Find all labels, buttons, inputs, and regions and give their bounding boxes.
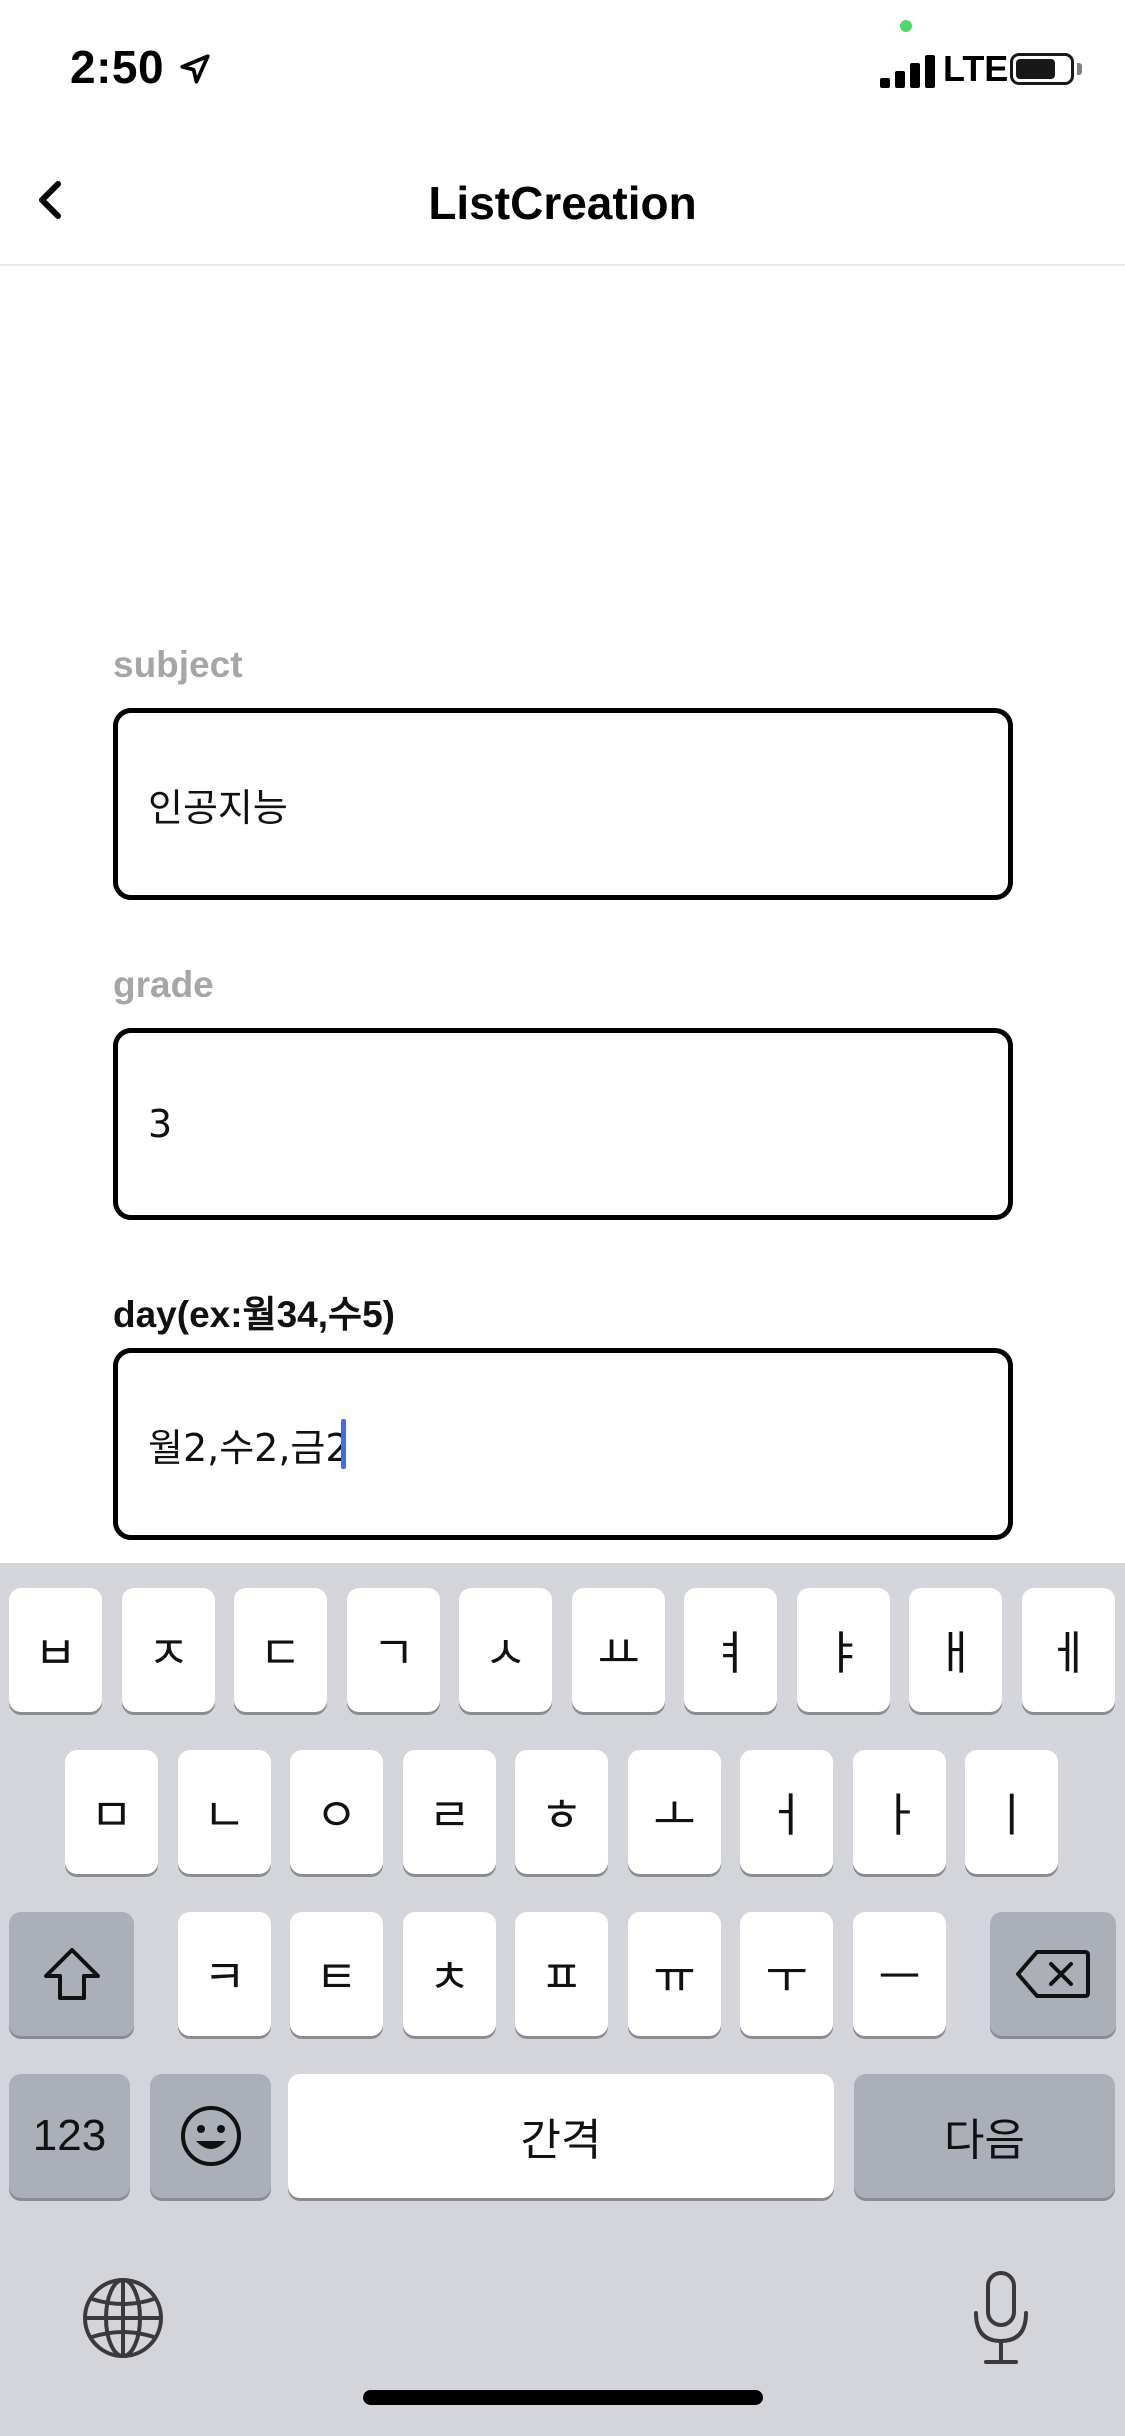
grade-field[interactable] [113,1028,1013,1220]
key[interactable]: ㅛ [572,1588,665,1712]
page-title: ListCreation [428,177,697,229]
key[interactable]: ㅍ [515,1912,608,2036]
return-key[interactable]: 다음 [854,2074,1115,2198]
key[interactable]: ㅈ [122,1588,215,1712]
key[interactable]: ㅠ [628,1912,721,2036]
key[interactable]: ㅁ [65,1750,158,1874]
battery-cap [1077,63,1082,75]
network-type: LTE [943,48,1009,89]
key[interactable]: ㅔ [1022,1588,1115,1712]
status-time: 2:50 [70,41,165,93]
korean-keyboard: ㅂ ㅈ ㄷ ㄱ ㅅ ㅛ ㅕ ㅑ ㅐ ㅔ ㅁ ㄴ ㅇ ㄹ ㅎ ㅗ ㅓ ㅏ ㅣ ㅋ … [0,1563,1125,2436]
key[interactable]: ㄱ [347,1588,440,1712]
key[interactable]: ㅐ [909,1588,1002,1712]
grade-input[interactable] [148,1033,988,1215]
day-input[interactable] [148,1353,988,1535]
key[interactable]: ㅜ [740,1912,833,2036]
microphone-icon[interactable] [968,2269,1034,2369]
emoji-icon [180,2106,241,2166]
subject-input[interactable] [148,713,988,895]
space-key[interactable]: 간격 [288,2074,834,2198]
shift-key[interactable] [9,1912,134,2036]
key[interactable]: ㄷ [234,1588,327,1712]
day-field[interactable] [113,1348,1013,1540]
key[interactable]: ㅗ [628,1750,721,1874]
key[interactable]: ㅏ [853,1750,946,1874]
battery-icon [1010,53,1074,85]
navigation-bar: ListCreation [0,140,1125,266]
status-bar: 2:50 LTE [0,0,1125,140]
key[interactable]: ㄴ [178,1750,271,1874]
key[interactable]: ㅇ [290,1750,383,1874]
key[interactable]: ㅡ [853,1912,946,2036]
location-arrow-icon [180,54,210,84]
key[interactable]: ㅕ [684,1588,777,1712]
key[interactable]: ㄹ [403,1750,496,1874]
key[interactable]: ㅓ [740,1750,833,1874]
home-indicator[interactable] [363,2390,763,2405]
signal-icon [880,52,936,88]
globe-icon[interactable] [80,2275,166,2361]
subject-label: subject [113,644,243,685]
key[interactable]: ㅅ [459,1588,552,1712]
key[interactable]: ㅑ [797,1588,890,1712]
privacy-indicator-dot [900,20,912,32]
subject-field[interactable] [113,708,1013,900]
delete-key[interactable] [990,1912,1116,2036]
key[interactable]: ㅌ [290,1912,383,2036]
delete-icon [1016,1950,1090,1998]
day-label: day(ex:월34,수5) [113,1294,395,1335]
key[interactable]: ㅎ [515,1750,608,1874]
emoji-key[interactable] [150,2074,271,2198]
key[interactable]: ㅂ [9,1588,102,1712]
grade-label: grade [113,964,214,1005]
shift-icon [43,1948,100,2000]
key[interactable]: ㅣ [965,1750,1058,1874]
text-caret [341,1419,346,1469]
key[interactable]: ㅊ [403,1912,496,2036]
numbers-key[interactable]: 123 [9,2074,130,2198]
key[interactable]: ㅋ [178,1912,271,2036]
